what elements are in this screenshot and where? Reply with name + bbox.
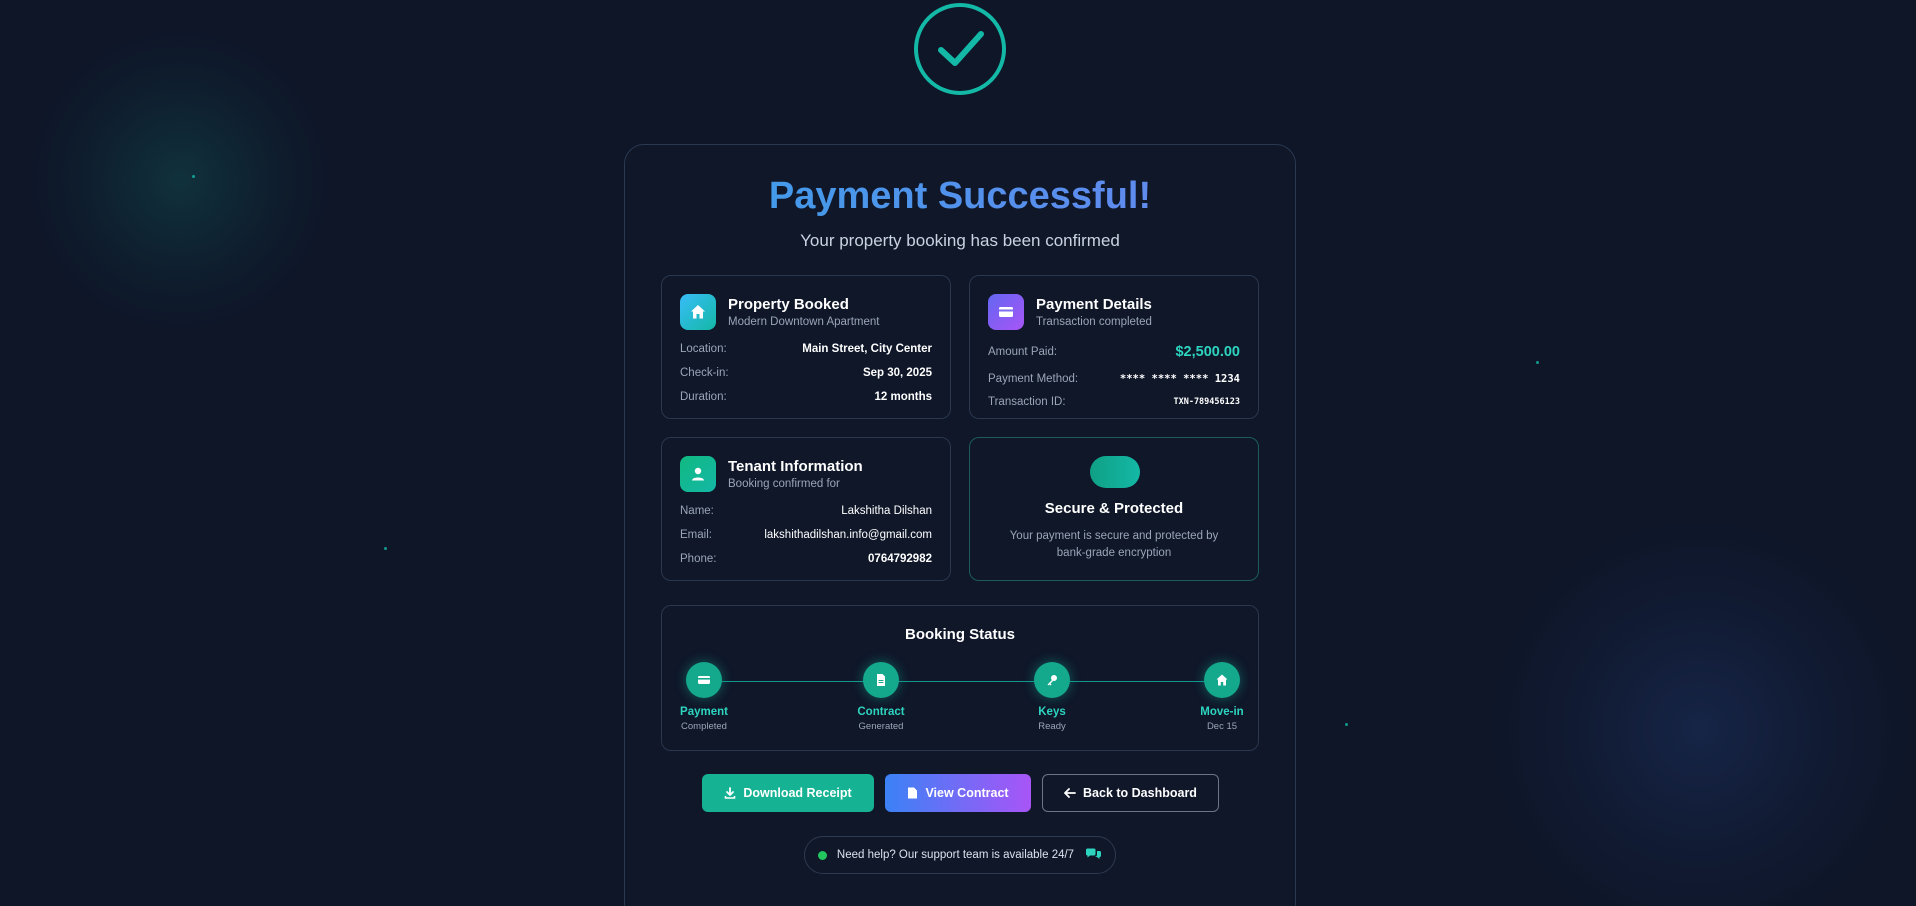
tenant-card-title: Tenant Information <box>728 458 863 475</box>
view-contract-button[interactable]: View Contract <box>885 774 1031 812</box>
success-check-icon <box>914 3 1006 95</box>
status-step-sub: Ready <box>1038 721 1066 732</box>
location-row: Location: Main Street, City Center <box>680 343 932 355</box>
booking-status-title: Booking Status <box>904 626 1015 643</box>
property-booked-card: Property Booked Modern Downtown Apartmen… <box>661 275 951 419</box>
status-step-sub: Generated <box>858 721 904 732</box>
background-particle <box>384 547 387 550</box>
tenant-email-value: lakshithadilshan.info@gmail.com <box>764 529 932 541</box>
tenant-information-card: Tenant Information Booking confirmed for… <box>661 437 951 581</box>
status-step-sub: Completed <box>681 721 727 732</box>
check-in-label: Check-in: <box>680 367 729 379</box>
home-icon <box>680 294 716 330</box>
card-icon <box>686 662 722 698</box>
payment-method-row: Payment Method: **** **** **** 1234 <box>988 373 1240 385</box>
payment-method-label: Payment Method: <box>988 373 1079 385</box>
status-track-line <box>704 681 1216 682</box>
status-step-move-in: Move-in Dec 15 <box>1172 662 1272 732</box>
back-to-dashboard-label: Back to Dashboard <box>1083 786 1197 800</box>
status-step-label: Contract <box>857 706 905 718</box>
location-label: Location: <box>680 343 727 355</box>
status-step-label: Keys <box>1038 706 1066 718</box>
transaction-id-value: TXN-789456123 <box>1173 397 1240 407</box>
page-subtitle: Your property booking has been confirmed <box>800 231 1120 250</box>
view-contract-label: View Contract <box>925 786 1009 800</box>
secure-protected-card: Secure & Protected Your payment is secur… <box>969 437 1259 581</box>
amount-row: Amount Paid: $2,500.00 <box>988 344 1240 360</box>
support-help-text: Need help? Our support team is available… <box>836 849 1075 861</box>
status-step-sub: Dec 15 <box>1206 721 1238 732</box>
duration-row: Duration: 12 months <box>680 391 932 403</box>
page-title: Payment Successful! <box>625 175 1295 218</box>
chat-icon <box>1086 848 1102 859</box>
secure-title: Secure & Protected <box>1044 500 1184 517</box>
transaction-id-label: Transaction ID: <box>988 396 1066 408</box>
background-glow-teal <box>20 30 340 330</box>
document-icon <box>908 787 918 799</box>
document-icon <box>863 662 899 698</box>
tenant-email-label: Email: <box>680 529 712 541</box>
home-icon <box>1204 662 1240 698</box>
check-in-value: Sep 30, 2025 <box>862 367 932 379</box>
status-step-payment: Payment Completed <box>654 662 754 732</box>
secure-description: Your payment is secure and protected by … <box>1009 530 1219 559</box>
online-status-dot <box>817 850 827 860</box>
download-receipt-label: Download Receipt <box>743 786 852 800</box>
transaction-id-row: Transaction ID: TXN-789456123 <box>988 396 1240 408</box>
payment-card-subtitle: Transaction completed <box>1036 316 1152 328</box>
background-particle <box>1536 361 1539 364</box>
tenant-phone-label: Phone: <box>680 553 717 565</box>
background-glow-blue <box>1480 520 1916 906</box>
property-card-title: Property Booked <box>728 296 849 313</box>
payment-card-title: Payment Details <box>1036 296 1152 313</box>
payment-method-value: **** **** **** 1234 <box>1119 373 1240 385</box>
download-icon <box>725 787 736 799</box>
background-particle <box>192 175 195 178</box>
amount-label: Amount Paid: <box>988 346 1058 358</box>
key-icon <box>1034 662 1070 698</box>
status-step-label: Payment <box>680 706 728 718</box>
status-step-label: Move-in <box>1200 706 1244 718</box>
card-icon <box>988 294 1024 330</box>
background-particle <box>1345 723 1348 726</box>
download-receipt-button[interactable]: Download Receipt <box>702 774 874 812</box>
shield-badge <box>1090 456 1140 488</box>
booking-status-card: Booking Status Payment Completed Contrac… <box>661 605 1259 751</box>
status-step-contract: Contract Generated <box>831 662 931 732</box>
status-step-keys: Keys Ready <box>1002 662 1102 732</box>
tenant-phone-value: 0764792982 <box>868 553 932 565</box>
tenant-phone-row: Phone: 0764792982 <box>680 553 932 565</box>
amount-value: $2,500.00 <box>1175 344 1240 360</box>
tenant-name-value: Lakshitha Dilshan <box>841 505 932 517</box>
support-help-pill[interactable]: Need help? Our support team is available… <box>804 836 1116 874</box>
arrow-left-icon <box>1064 788 1076 798</box>
check-in-row: Check-in: Sep 30, 2025 <box>680 367 932 379</box>
duration-label: Duration: <box>680 391 727 403</box>
location-value: Main Street, City Center <box>802 343 932 355</box>
duration-value: 12 months <box>874 391 932 403</box>
payment-details-card: Payment Details Transaction completed Am… <box>969 275 1259 419</box>
user-icon <box>680 456 716 492</box>
back-to-dashboard-button[interactable]: Back to Dashboard <box>1042 774 1219 812</box>
tenant-name-row: Name: Lakshitha Dilshan <box>680 505 932 517</box>
confirmation-card: Payment Successful! Your property bookin… <box>624 144 1296 906</box>
tenant-card-subtitle: Booking confirmed for <box>728 478 840 490</box>
tenant-email-row: Email: lakshithadilshan.info@gmail.com <box>680 529 932 541</box>
tenant-name-label: Name: <box>680 505 714 517</box>
property-name: Modern Downtown Apartment <box>728 316 880 328</box>
